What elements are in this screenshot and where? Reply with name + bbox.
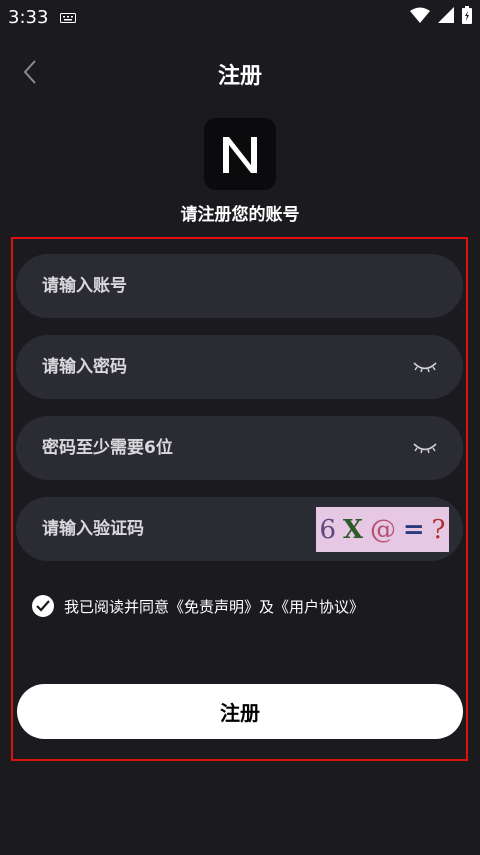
- eye-closed-icon[interactable]: [411, 438, 439, 458]
- eye-closed-icon[interactable]: [411, 357, 439, 377]
- agreement-text[interactable]: 我已阅读并同意《免责声明》及《用户协议》: [64, 596, 364, 617]
- battery-icon: [462, 5, 472, 29]
- subtitle: 请注册您的账号: [180, 205, 300, 225]
- captcha-char: ?: [431, 514, 446, 545]
- register-button[interactable]: 注册: [17, 684, 463, 739]
- confirm-password-input[interactable]: [40, 437, 411, 459]
- agreement-row[interactable]: 我已阅读并同意《免责声明》及《用户协议》: [32, 595, 364, 617]
- page-title: 注册: [217, 64, 262, 89]
- password-field[interactable]: [16, 335, 463, 399]
- captcha-image[interactable]: 6 X @ = ?: [316, 507, 449, 552]
- signal-icon: [438, 6, 454, 28]
- captcha-char: @: [369, 514, 396, 545]
- back-button[interactable]: [14, 58, 46, 90]
- confirm-password-field[interactable]: [16, 416, 463, 480]
- check-icon[interactable]: [32, 595, 54, 617]
- captcha-input[interactable]: [40, 518, 304, 540]
- status-time: 3:33: [8, 6, 49, 28]
- back-arrow-icon: [23, 59, 37, 89]
- wifi-icon: [410, 7, 430, 28]
- app-logo: [204, 118, 276, 190]
- account-field[interactable]: [16, 254, 463, 318]
- status-bar: 3:33: [0, 0, 480, 34]
- account-input[interactable]: [40, 275, 439, 297]
- password-input[interactable]: [40, 356, 411, 378]
- keyboard-icon: [60, 7, 77, 28]
- captcha-char: 6: [319, 514, 336, 545]
- header: 注册: [0, 48, 480, 100]
- captcha-field[interactable]: 6 X @ = ?: [16, 497, 463, 561]
- captcha-char: X: [342, 514, 364, 545]
- captcha-char: =: [402, 514, 425, 545]
